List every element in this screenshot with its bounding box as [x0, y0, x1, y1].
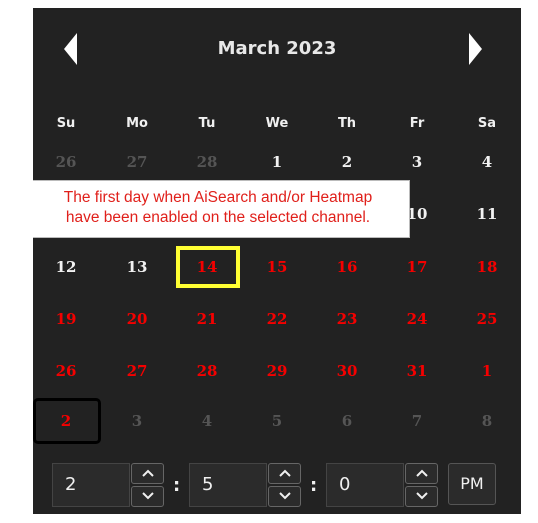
- calendar-day[interactable]: 15: [247, 253, 307, 281]
- weekday-saturday: Sa: [477, 116, 497, 131]
- month-title: March 2023: [217, 38, 337, 59]
- weekday-monday: Mo: [126, 116, 148, 131]
- weekday-thursday: Th: [337, 116, 357, 131]
- calendar-day[interactable]: 1: [247, 148, 307, 176]
- calendar-day: 26: [55, 153, 77, 171]
- chevron-up-icon: [141, 469, 154, 477]
- calendar-day[interactable]: 12: [36, 253, 96, 281]
- calendar-day[interactable]: 1: [457, 357, 517, 385]
- minute-spinner: [268, 463, 301, 507]
- calendar-day: 3: [131, 412, 143, 430]
- calendar-day[interactable]: 24: [387, 305, 447, 333]
- calendar-day[interactable]: 3: [387, 148, 447, 176]
- chevron-down-icon: [141, 492, 154, 500]
- calendar-day: 27: [126, 153, 148, 171]
- calendar-day: 6: [341, 412, 353, 430]
- minute-decrement-button[interactable]: [268, 486, 301, 507]
- calendar-day[interactable]: 4: [457, 148, 517, 176]
- second-input[interactable]: 0: [326, 463, 404, 507]
- next-month-button[interactable]: [459, 30, 489, 68]
- weekday-sunday: Su: [56, 116, 76, 131]
- calendar-header: March 2023: [33, 8, 521, 88]
- hour-spinner: [131, 463, 164, 507]
- calendar-day[interactable]: 25: [457, 305, 517, 333]
- arrow-right-icon: [469, 33, 482, 65]
- tooltip-line: The first day when AiSearch and/or Heatm…: [63, 189, 373, 206]
- calendar-day[interactable]: 11: [457, 200, 517, 228]
- tooltip-line: have been enabled on the selected channe…: [65, 209, 371, 226]
- calendar-day[interactable]: 23: [317, 305, 377, 333]
- calendar-day[interactable]: 16: [317, 253, 377, 281]
- time-separator: :: [310, 475, 318, 496]
- hour-decrement-button[interactable]: [131, 486, 164, 507]
- calendar-day[interactable]: 29: [247, 357, 307, 385]
- time-separator: :: [173, 475, 181, 496]
- calendar-day[interactable]: 21: [177, 305, 237, 333]
- calendar-day[interactable]: 31: [387, 357, 447, 385]
- chevron-down-icon: [278, 492, 291, 500]
- second-decrement-button[interactable]: [405, 486, 438, 507]
- date-time-picker: March 2023 Su Mo Tu We Th Fr Sa 26 27 28…: [33, 8, 521, 514]
- calendar-day[interactable]: 26: [36, 357, 96, 385]
- weekday-tuesday: Tu: [198, 116, 216, 131]
- weekday-wednesday: We: [265, 116, 289, 131]
- second-spinner: [405, 463, 438, 507]
- calendar-day: 8: [481, 412, 493, 430]
- today-highlight: [176, 246, 240, 288]
- calendar-day[interactable]: 2: [317, 148, 377, 176]
- calendar-day[interactable]: 17: [387, 253, 447, 281]
- calendar-day[interactable]: 28: [177, 357, 237, 385]
- minute-increment-button[interactable]: [268, 463, 301, 484]
- calendar-day: 4: [201, 412, 213, 430]
- am-pm-toggle[interactable]: PM: [448, 463, 496, 505]
- calendar-day[interactable]: 22: [247, 305, 307, 333]
- hour-input[interactable]: 2: [52, 463, 130, 507]
- calendar-day[interactable]: 19: [36, 305, 96, 333]
- chevron-up-icon: [415, 469, 428, 477]
- calendar-day: 5: [271, 412, 283, 430]
- weekday-friday: Fr: [409, 116, 425, 131]
- calendar-day: 7: [411, 412, 423, 430]
- tooltip: The first day when AiSearch and/or Heatm…: [33, 180, 410, 238]
- calendar-day[interactable]: 27: [107, 357, 167, 385]
- selected-day-highlight: [33, 398, 101, 444]
- second-increment-button[interactable]: [405, 463, 438, 484]
- minute-input[interactable]: 5: [189, 463, 267, 507]
- calendar-day[interactable]: 18: [457, 253, 517, 281]
- chevron-down-icon: [415, 492, 428, 500]
- calendar-day[interactable]: 30: [317, 357, 377, 385]
- calendar-day[interactable]: 20: [107, 305, 167, 333]
- calendar-day: 28: [196, 153, 218, 171]
- hour-increment-button[interactable]: [131, 463, 164, 484]
- calendar-day[interactable]: 13: [107, 253, 167, 281]
- chevron-up-icon: [278, 469, 291, 477]
